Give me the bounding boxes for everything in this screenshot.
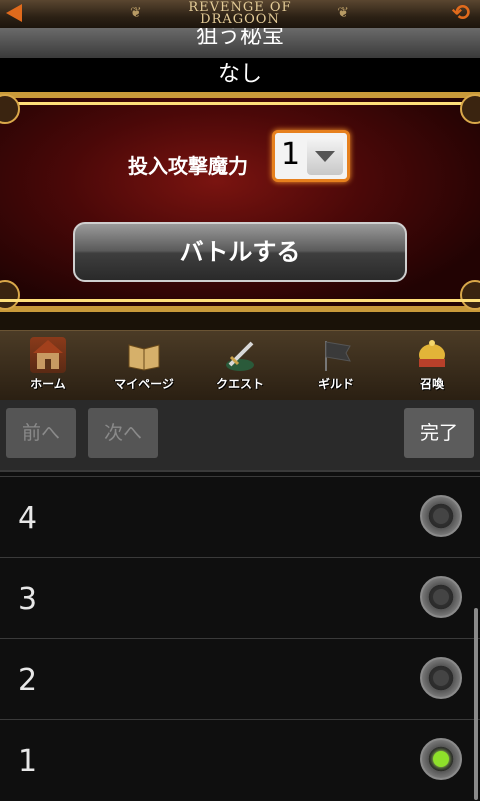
- radio-button-selected[interactable]: [420, 738, 462, 780]
- frame-corner-icon: [0, 280, 20, 310]
- crown-icon: [414, 337, 450, 373]
- nav-item-home[interactable]: ホーム: [0, 331, 96, 401]
- nav-item-summon[interactable]: 召喚: [384, 331, 480, 401]
- nav-spacer: [0, 312, 480, 330]
- nav-label-quest: クエスト: [215, 377, 264, 391]
- frame-corner-icon: [460, 94, 480, 124]
- attack-power-label: 投入攻撃魔力: [128, 154, 248, 178]
- nav-label-guild: ギルド: [317, 377, 354, 391]
- picker-list: 4 3 2 1: [0, 472, 480, 800]
- frame-corner-icon: [0, 94, 20, 124]
- flag-icon: [318, 337, 354, 373]
- ornament-right-icon: ❦: [337, 5, 350, 21]
- book-icon: [126, 337, 162, 373]
- attack-power-select[interactable]: 1: [272, 130, 350, 182]
- option-label: 2: [18, 663, 38, 698]
- radio-dot-icon: [433, 751, 449, 767]
- target-header: 狙う秘宝: [0, 28, 480, 58]
- top-banner: ❦ Revenge Of Dragoon ❦ ⟲: [0, 0, 480, 29]
- sword-icon: [222, 337, 258, 373]
- nav-label-home: ホーム: [30, 377, 66, 391]
- nav-label-mypage: マイページ: [114, 377, 174, 391]
- battle-panel: 投入攻撃魔力 1 バトルする: [0, 92, 480, 312]
- radio-dot-icon: [433, 670, 449, 686]
- back-arrow-icon[interactable]: [6, 4, 22, 22]
- done-button[interactable]: 完了: [404, 408, 474, 458]
- dropdown-arrow-icon[interactable]: [307, 137, 343, 175]
- next-button[interactable]: 次へ: [88, 408, 158, 458]
- logo-line-2: Dragoon: [200, 12, 280, 27]
- radio-button[interactable]: [420, 657, 462, 699]
- target-label: 狙う秘宝: [195, 28, 284, 49]
- nav-label-summon: 召喚: [419, 377, 444, 391]
- radio-button[interactable]: [420, 495, 462, 537]
- picker-option[interactable]: 3: [0, 557, 480, 639]
- target-value-row: なし: [0, 58, 480, 92]
- nav-item-guild[interactable]: ギルド: [288, 331, 384, 401]
- nav-item-mypage[interactable]: マイページ: [96, 331, 192, 401]
- target-value: なし: [217, 62, 262, 87]
- prev-button[interactable]: 前へ: [6, 408, 76, 458]
- radio-dot-icon: [433, 589, 449, 605]
- game-logo: ❦ Revenge Of Dragoon ❦: [128, 0, 352, 28]
- option-label: 3: [18, 582, 38, 617]
- radio-dot-icon: [433, 508, 449, 524]
- bottom-nav: ホーム マイページ クエスト ギルド 召喚: [0, 330, 480, 403]
- option-label: 4: [18, 501, 38, 536]
- radio-button[interactable]: [420, 576, 462, 618]
- battle-button[interactable]: バトルする: [73, 222, 407, 282]
- picker-option[interactable]: 1: [0, 719, 480, 801]
- nav-item-quest[interactable]: クエスト: [192, 331, 288, 401]
- option-label: 1: [18, 744, 38, 779]
- ornament-left-icon: ❦: [130, 5, 143, 21]
- picker-toolbar: 前へ 次へ 完了: [0, 400, 480, 472]
- scrollbar[interactable]: [474, 608, 478, 800]
- attack-power-value: 1: [281, 137, 301, 172]
- reload-icon[interactable]: ⟲: [450, 3, 472, 25]
- home-icon: [30, 337, 66, 373]
- picker-option[interactable]: 4: [0, 476, 480, 558]
- frame-corner-icon: [460, 280, 480, 310]
- picker-option[interactable]: 2: [0, 638, 480, 720]
